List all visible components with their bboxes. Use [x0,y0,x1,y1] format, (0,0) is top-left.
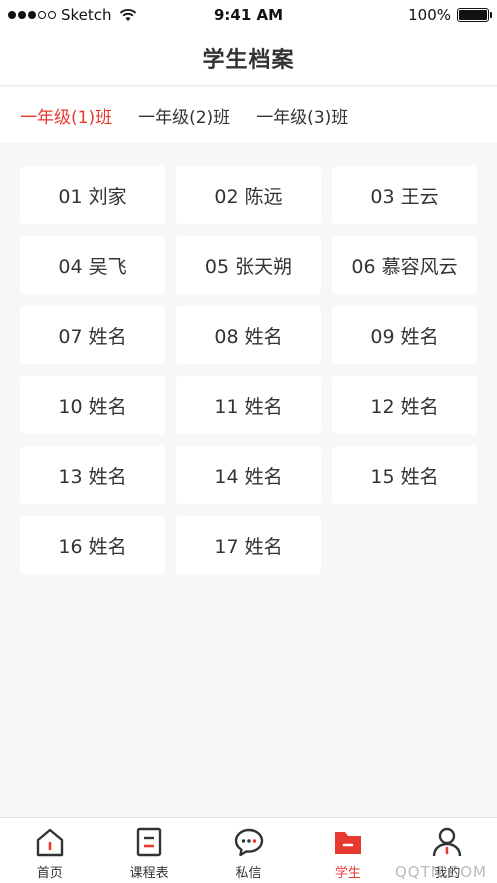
profile-icon [433,827,462,857]
student-card[interactable]: 04 吴飞 [20,236,165,294]
tab-class-3[interactable]: 一年级(3)班 [256,103,348,128]
tabbar-label: 首页 [36,866,63,881]
message-icon [234,828,263,857]
tabbar-item-schedule[interactable]: 课程表 [99,818,198,883]
watermark: QQTN.COM [395,863,487,881]
nav-bar: 学生档案 [0,30,497,86]
tabbar-label: 私信 [235,866,262,881]
student-card[interactable]: 13 姓名 [20,446,165,504]
tab-class-2[interactable]: 一年级(2)班 [138,103,230,128]
student-card[interactable]: 09 姓名 [332,306,477,364]
tabbar-item-students[interactable]: 学生 [298,818,397,883]
battery-fill [459,10,487,20]
student-grid: 01 刘家 02 陈远 03 王云 04 吴飞 05 张天朔 06 慕容风云 0… [20,166,477,574]
student-card[interactable]: 10 姓名 [20,376,165,434]
student-card[interactable]: 17 姓名 [176,516,321,574]
tabbar-label: 学生 [334,866,361,881]
tabbar-item-messages[interactable]: 私信 [199,818,298,883]
student-card[interactable]: 02 陈远 [176,166,321,224]
tabbar-item-home[interactable]: 首页 [0,818,99,883]
student-card[interactable]: 12 姓名 [332,376,477,434]
student-card[interactable]: 16 姓名 [20,516,165,574]
schedule-icon [136,827,162,857]
student-card[interactable]: 07 姓名 [20,306,165,364]
student-card[interactable]: 05 张天朔 [176,236,321,294]
bottom-tab-bar: 首页 课程表 私信 学生 我的 QQTN.COM [0,817,497,883]
student-card[interactable]: 01 刘家 [20,166,165,224]
status-bar: Sketch 9:41 AM 100% [0,0,497,30]
battery-percent: 100% [408,6,451,24]
class-tabs: 一年级(1)班 一年级(2)班 一年级(3)班 [0,87,497,143]
page-title: 学生档案 [202,47,295,73]
student-card[interactable]: 06 慕容风云 [332,236,477,294]
tab-class-1[interactable]: 一年级(1)班 [20,103,112,128]
folder-icon [334,832,361,854]
student-card[interactable]: 14 姓名 [176,446,321,504]
student-card[interactable]: 08 姓名 [176,306,321,364]
student-card[interactable]: 03 王云 [332,166,477,224]
tabbar-label: 课程表 [129,866,169,881]
student-card[interactable]: 15 姓名 [332,446,477,504]
status-right: 100% [408,6,492,24]
student-card[interactable]: 11 姓名 [176,376,321,434]
home-icon [36,828,63,857]
battery-icon [457,8,492,22]
